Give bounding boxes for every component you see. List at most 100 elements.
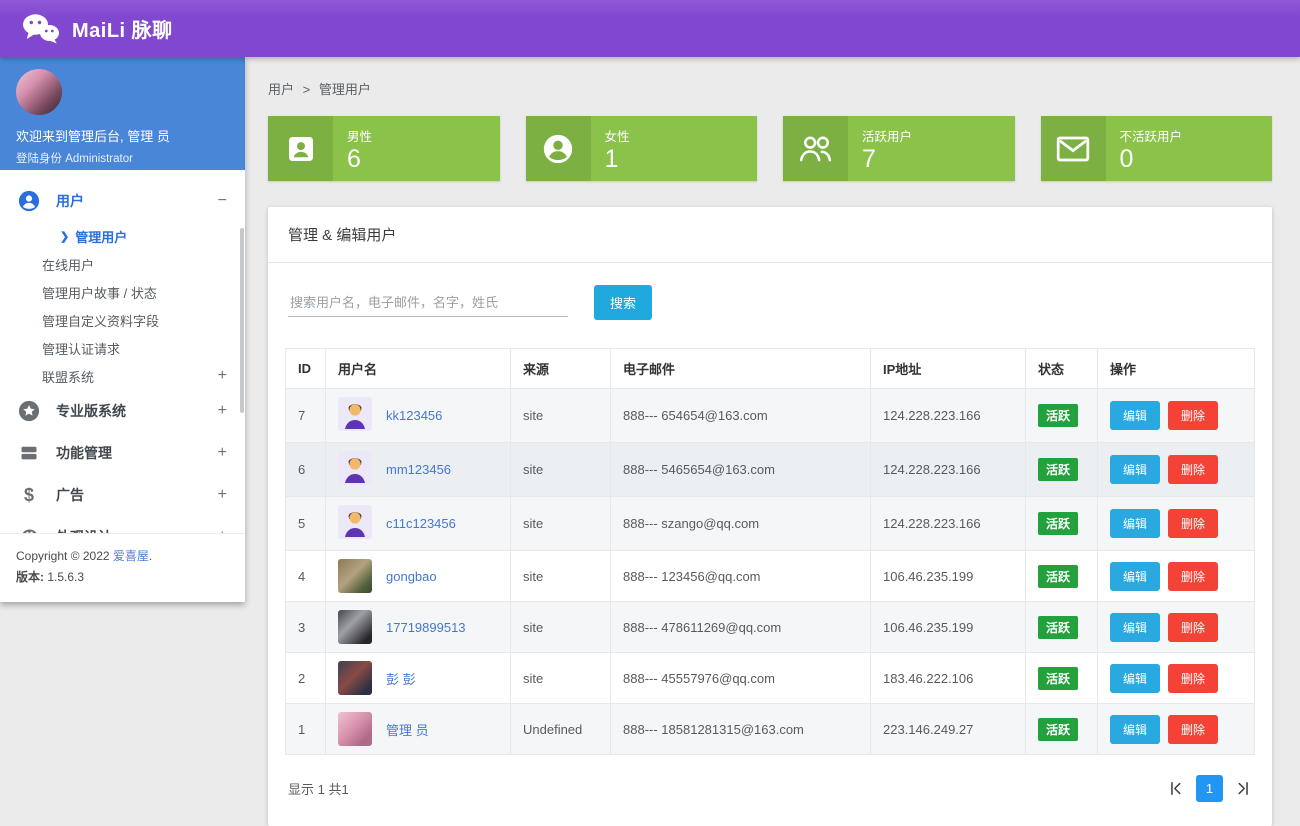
- version-label: 版本:: [16, 570, 44, 584]
- table-row: 5c11c123456site888--- szango@qq.com124.2…: [286, 497, 1255, 551]
- cell-status: 活跃: [1026, 653, 1098, 704]
- edit-button[interactable]: 编辑: [1110, 509, 1160, 538]
- cell-id: 3: [286, 602, 326, 653]
- cell-username: 彭 彭: [326, 653, 511, 704]
- table-row: 6mm123456site888--- 5465654@163.com124.2…: [286, 443, 1255, 497]
- cell-username: 17719899513: [326, 602, 511, 653]
- stat-card-text: 活跃用户7: [848, 116, 912, 181]
- username-link[interactable]: 17719899513: [386, 620, 466, 635]
- first-page-icon[interactable]: [1167, 780, 1184, 797]
- cell-ip: 183.46.222.106: [871, 653, 1026, 704]
- edit-button[interactable]: 编辑: [1110, 455, 1160, 484]
- status-badge: 活跃: [1038, 616, 1078, 639]
- sidebar-subitem-label: 管理自定义资料字段: [42, 311, 159, 330]
- username-link[interactable]: 彭 彭: [386, 669, 416, 688]
- delete-button[interactable]: 删除: [1168, 455, 1218, 484]
- sidebar-footer: Copyright © 2022 爱喜屋. 版本: 1.5.6.3: [0, 533, 245, 602]
- edit-button[interactable]: 编辑: [1110, 562, 1160, 591]
- cell-email: 888--- 5465654@163.com: [611, 443, 871, 497]
- username-link[interactable]: gongbao: [386, 569, 437, 584]
- delete-button[interactable]: 删除: [1168, 562, 1218, 591]
- cell-actions: 编辑删除: [1098, 704, 1255, 755]
- plus-icon[interactable]: +: [218, 403, 227, 419]
- delete-button[interactable]: 删除: [1168, 509, 1218, 538]
- cartoon-male-avatar: [338, 397, 386, 434]
- delete-button[interactable]: 删除: [1168, 664, 1218, 693]
- edit-button[interactable]: 编辑: [1110, 401, 1160, 430]
- delete-button[interactable]: 删除: [1168, 715, 1218, 744]
- delete-button[interactable]: 删除: [1168, 613, 1218, 642]
- stat-value: 6: [347, 145, 372, 174]
- sidebar-scrollbar[interactable]: [240, 228, 244, 413]
- version-line: 版本: 1.5.6.3: [16, 567, 229, 588]
- sidebar-item-ads[interactable]: $广告+: [0, 474, 245, 516]
- plus-icon[interactable]: +: [218, 445, 227, 461]
- cell-source: site: [511, 653, 611, 704]
- status-badge: 活跃: [1038, 565, 1078, 588]
- minus-icon[interactable]: −: [218, 193, 227, 209]
- cell-source: site: [511, 389, 611, 443]
- table-row: 2彭 彭site888--- 45557976@qq.com183.46.222…: [286, 653, 1255, 704]
- current-page-button[interactable]: 1: [1196, 775, 1223, 802]
- pagination: 1: [1167, 775, 1252, 802]
- stat-label: 男性: [347, 126, 372, 145]
- chevron-right-icon: ❯: [60, 230, 69, 243]
- breadcrumb-current[interactable]: 管理用户: [319, 82, 371, 97]
- plus-icon[interactable]: +: [218, 368, 227, 384]
- cell-username: c11c123456: [326, 497, 511, 551]
- sidebar-subitem-label: 管理用户: [75, 227, 127, 246]
- palette-icon: [18, 526, 40, 533]
- cell-email: 888--- 18581281315@163.com: [611, 704, 871, 755]
- cell-status: 活跃: [1026, 443, 1098, 497]
- username-link[interactable]: 管理 员: [386, 720, 429, 739]
- cell-id: 6: [286, 443, 326, 497]
- person-badge-icon: [268, 116, 333, 181]
- sidebar-subitem-label: 在线用户: [42, 255, 94, 274]
- table-header-row: ID用户名来源电子邮件IP地址状态操作: [286, 349, 1255, 389]
- cell-actions: 编辑删除: [1098, 497, 1255, 551]
- welcome-text: 欢迎来到管理后台, 管理 员: [16, 126, 229, 145]
- panel-title: 管理 & 编辑用户: [268, 207, 1272, 263]
- cell-source: site: [511, 602, 611, 653]
- edit-button[interactable]: 编辑: [1110, 613, 1160, 642]
- cell-username: kk123456: [326, 389, 511, 443]
- cartoon-male-avatar: [338, 451, 386, 488]
- table-row: 317719899513site888--- 478611269@qq.com1…: [286, 602, 1255, 653]
- cell-status: 活跃: [1026, 389, 1098, 443]
- username-link[interactable]: mm123456: [386, 462, 451, 477]
- sidebar-subitem-manage-verification-requests[interactable]: 管理认证请求: [0, 334, 245, 362]
- breadcrumb-parent[interactable]: 用户: [268, 82, 294, 97]
- person-circle-icon: [526, 116, 591, 181]
- sidebar-subitem-affiliates-system[interactable]: 联盟系统+: [0, 362, 245, 390]
- breadcrumb-separator: >: [303, 82, 311, 97]
- cell-email: 888--- 478611269@qq.com: [611, 602, 871, 653]
- column-header: 操作: [1098, 349, 1255, 389]
- copyright-link[interactable]: 爱喜屋: [113, 549, 149, 563]
- plus-icon[interactable]: +: [218, 529, 227, 533]
- photo-dark-avatar: [338, 610, 372, 644]
- edit-button[interactable]: 编辑: [1110, 715, 1160, 744]
- sidebar-subitem-manage-users[interactable]: ❯ 管理用户: [0, 222, 245, 250]
- cell-status: 活跃: [1026, 602, 1098, 653]
- sidebar-item-appearance-design[interactable]: 外观设计+: [0, 516, 245, 533]
- cell-email: 888--- 654654@163.com: [611, 389, 871, 443]
- last-page-icon[interactable]: [1235, 780, 1252, 797]
- sidebar-item-users[interactable]: 用户−: [0, 180, 245, 222]
- plus-icon[interactable]: +: [218, 487, 227, 503]
- edit-button[interactable]: 编辑: [1110, 664, 1160, 693]
- cell-username: gongbao: [326, 551, 511, 602]
- sidebar-item-label: 功能管理: [56, 443, 218, 463]
- cell-actions: 编辑删除: [1098, 389, 1255, 443]
- search-input[interactable]: [288, 289, 568, 317]
- table-row: 1管理 员Undefined888--- 18581281315@163.com…: [286, 704, 1255, 755]
- username-link[interactable]: kk123456: [386, 408, 442, 423]
- delete-button[interactable]: 删除: [1168, 401, 1218, 430]
- cell-ip: 106.46.235.199: [871, 551, 1026, 602]
- sidebar-subitem-manage-custom-profile-fields[interactable]: 管理自定义资料字段: [0, 306, 245, 334]
- sidebar-item-feature-management[interactable]: 功能管理+: [0, 432, 245, 474]
- sidebar-item-pro-system[interactable]: 专业版系统+: [0, 390, 245, 432]
- search-button[interactable]: 搜索: [594, 285, 652, 320]
- sidebar-subitem-online-users[interactable]: 在线用户: [0, 250, 245, 278]
- sidebar-subitem-manage-user-stories[interactable]: 管理用户故事 / 状态: [0, 278, 245, 306]
- username-link[interactable]: c11c123456: [386, 516, 456, 531]
